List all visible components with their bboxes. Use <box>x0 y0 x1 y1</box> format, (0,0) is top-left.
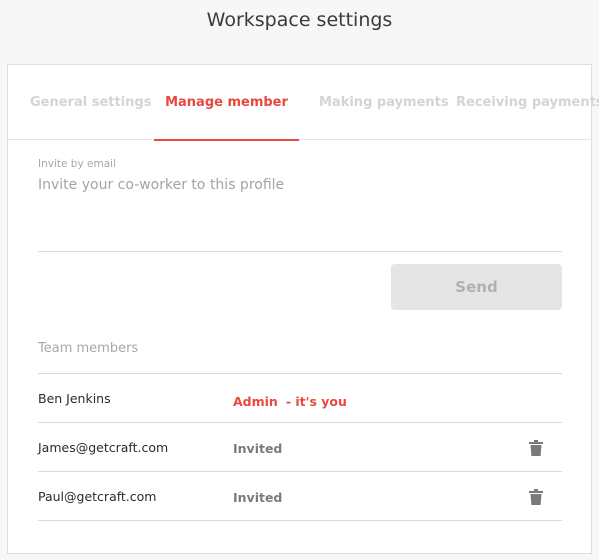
team-members-list: Ben Jenkins Admin - it's you James@getcra… <box>38 373 562 521</box>
member-role-label: Admin <box>233 394 278 409</box>
member-row: Ben Jenkins Admin - it's you <box>38 374 562 423</box>
invite-email-label: Invite by email <box>38 158 116 170</box>
page-title: Workspace settings <box>206 9 393 31</box>
tab-general-settings[interactable]: General settings <box>30 65 151 140</box>
member-name: Paul@getcraft.com <box>38 489 157 504</box>
settings-tabs: General settings Manage member Making pa… <box>8 65 599 141</box>
team-members-heading: Team members <box>38 341 139 356</box>
trash-icon[interactable] <box>529 440 543 456</box>
member-name: James@getcraft.com <box>38 440 169 455</box>
member-name: Ben Jenkins <box>38 391 111 406</box>
invite-email-field[interactable] <box>38 177 562 252</box>
trash-icon[interactable] <box>529 489 543 505</box>
member-role-label: Invited <box>233 441 283 456</box>
tab-manage-member[interactable]: Manage member <box>154 65 299 141</box>
invite-email-input[interactable] <box>38 177 562 249</box>
member-row: Paul@getcraft.com Invited <box>38 472 562 521</box>
member-role-note: - it's you <box>285 394 347 409</box>
tab-making-payments[interactable]: Making payments <box>319 65 449 140</box>
member-row: James@getcraft.com Invited <box>38 423 562 472</box>
member-role-label: Invited <box>233 490 283 505</box>
tab-receiving-payments[interactable]: Receiving payments <box>456 65 599 140</box>
settings-card: General settings Manage member Making pa… <box>7 64 599 554</box>
member-role: Admin - it's you <box>233 394 347 409</box>
send-button[interactable]: Send <box>391 264 562 310</box>
